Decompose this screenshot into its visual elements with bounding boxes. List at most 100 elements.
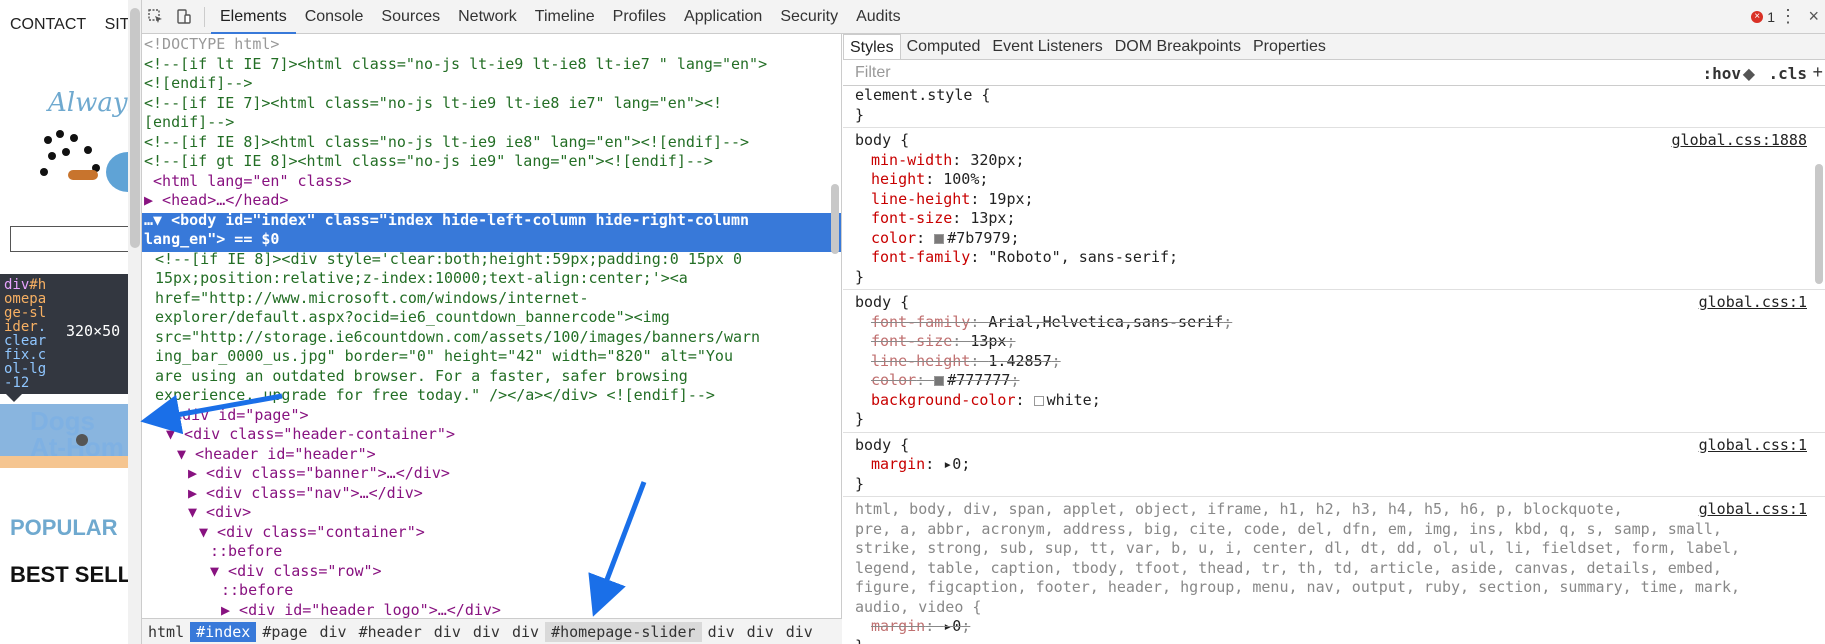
tab-computed[interactable]: Computed (901, 38, 987, 56)
tab-security[interactable]: Security (771, 0, 847, 34)
stylesheet-source-link[interactable]: global.css:1 (1699, 436, 1807, 456)
dom-node-line[interactable]: ▶ <div id="header_logo">…</div> (142, 601, 841, 619)
css-property-name[interactable]: min-width (871, 151, 952, 169)
dom-node-line[interactable]: <!--[if IE 8]><html class="no-js lt-ie9 … (142, 133, 841, 153)
dom-node-line[interactable]: explorer/default.aspx?ocid=ie6_countdown… (142, 308, 841, 328)
tab-event-listeners[interactable]: Event Listeners (986, 38, 1108, 56)
dom-node-line[interactable]: are using an outdated browser. For a fas… (142, 367, 841, 387)
dom-node-line[interactable]: href="http://www.microsoft.com/windows/i… (142, 289, 841, 309)
css-property-value[interactable]: 1.42857 (988, 352, 1051, 370)
css-declaration[interactable]: font-size: 13px; (871, 209, 1016, 229)
color-swatch-icon[interactable] (1033, 395, 1044, 406)
breadcrumb-item[interactable]: #page (256, 622, 313, 642)
tab-network[interactable]: Network (449, 0, 526, 34)
dom-node-line[interactable]: <!--[if IE 8]><div style='clear:both;hei… (142, 250, 841, 270)
css-declaration[interactable]: min-width: 320px; (871, 151, 1025, 171)
rule-selector[interactable]: body { (855, 293, 909, 313)
css-declaration[interactable]: color: #7b7979; (871, 229, 1019, 249)
error-counter[interactable]: × 1 (1751, 9, 1775, 25)
dom-node-line[interactable]: ▼ <div> (142, 503, 841, 523)
css-declaration[interactable]: height: 100%; (871, 170, 988, 190)
inspect-element-icon[interactable] (142, 0, 170, 34)
element-style-selector[interactable]: element.style { (855, 86, 990, 106)
css-property-name[interactable]: font-size (871, 332, 952, 350)
stylesheet-source-link[interactable]: global.css:1 (1699, 293, 1807, 313)
css-property-name[interactable]: margin (871, 455, 925, 473)
css-property-value[interactable]: 100% (943, 170, 979, 188)
css-property-name[interactable]: font-family (871, 248, 970, 266)
breadcrumb-item[interactable]: div (467, 622, 506, 642)
tab-timeline[interactable]: Timeline (526, 0, 604, 34)
close-icon[interactable]: × (1808, 6, 1819, 27)
color-swatch-icon[interactable] (934, 376, 945, 386)
css-property-value[interactable]: ▸0 (943, 455, 961, 473)
css-property-value[interactable]: 13px (970, 209, 1006, 227)
dom-node-line[interactable]: <!--[if IE 7]><html class="no-js lt-ie9 … (142, 94, 841, 114)
breadcrumb-item[interactable]: div (702, 622, 741, 642)
css-declaration[interactable]: margin: ▸0; (871, 617, 970, 637)
diamond-icon[interactable]: ◆ (1743, 64, 1755, 84)
dom-node-line[interactable]: ▼ <div class="header-container"> (142, 425, 841, 445)
css-property-value[interactable]: #7b7979 (947, 229, 1010, 247)
rule-selector[interactable]: html, body, div, span, applet, object, i… (855, 500, 1623, 520)
breadcrumb-item[interactable]: div (506, 622, 545, 642)
styles-scrollbar[interactable] (1815, 164, 1823, 284)
homepage-slider-highlight[interactable]: Dogs At-Hom (0, 404, 141, 462)
dom-node-line[interactable]: src="http://storage.ie6countdown.com/ass… (142, 328, 841, 348)
hover-state-toggle[interactable]: :hov (1702, 64, 1741, 83)
tab-audits[interactable]: Audits (847, 0, 909, 34)
dom-node-line[interactable]: ::before (142, 542, 841, 562)
dom-node-line[interactable]: ▼ <div class="container"> (142, 523, 841, 543)
dom-node-line[interactable]: experience, upgrade for free today." /><… (142, 386, 841, 406)
dom-node-line[interactable]: <!--[if lt IE 7]><html class="no-js lt-i… (142, 55, 841, 75)
dom-node-line[interactable]: ing_bar_0000_us.jpg" border="0" height="… (142, 347, 841, 367)
stylesheet-source-link[interactable]: global.css:1 (1699, 500, 1807, 520)
tab-properties[interactable]: Properties (1247, 38, 1332, 56)
dom-node-line[interactable]: lang_en"> == $0 (142, 230, 841, 250)
css-property-name[interactable]: color (871, 229, 916, 247)
rule-selector[interactable]: audio, video { (855, 598, 981, 618)
css-declaration[interactable]: font-family: "Roboto", sans-serif; (871, 248, 1178, 268)
more-options-icon[interactable]: ⋮ (1779, 6, 1797, 27)
dom-tree-scrollbar[interactable] (831, 184, 839, 254)
breadcrumb-item[interactable]: div (313, 622, 352, 642)
rule-selector[interactable]: legend, table, caption, tbody, tfoot, th… (855, 559, 1722, 579)
css-declaration[interactable]: background-color: white; (871, 391, 1101, 411)
css-property-value[interactable]: white (1047, 391, 1092, 409)
css-property-value[interactable]: #777777 (947, 371, 1010, 389)
css-declaration[interactable]: color: #777777; (871, 371, 1019, 391)
css-property-value[interactable]: Arial,Helvetica,sans-serif (988, 313, 1223, 331)
css-property-value[interactable]: "Roboto", sans-serif (988, 248, 1169, 266)
tab-profiles[interactable]: Profiles (604, 0, 675, 34)
new-style-rule-button[interactable]: + (1812, 62, 1823, 83)
css-property-value[interactable]: 320px (970, 151, 1015, 169)
css-property-name[interactable]: line-height (871, 190, 970, 208)
breadcrumb-item[interactable]: #homepage-slider (545, 621, 702, 642)
css-property-name[interactable]: margin (871, 617, 925, 635)
breadcrumb-item[interactable]: #index (190, 621, 257, 642)
breadcrumb-item[interactable]: div (741, 622, 780, 642)
breadcrumb-item[interactable]: #header (353, 622, 428, 642)
styles-filter-input[interactable]: Filter (855, 64, 891, 82)
color-swatch-icon[interactable] (934, 233, 945, 244)
breadcrumb-item[interactable]: div (428, 622, 467, 642)
rule-selector[interactable]: body { (855, 131, 909, 151)
rule-selector[interactable]: figure, figcaption, footer, header, hgro… (855, 578, 1740, 598)
preview-scrollbar[interactable] (128, 0, 141, 644)
dom-node-line[interactable]: ▼ <div id="page"> (142, 406, 841, 426)
site-search-input[interactable] (10, 226, 141, 252)
css-declaration[interactable]: font-family: Arial,Helvetica,sans-serif; (871, 313, 1232, 333)
css-property-name[interactable]: background-color (871, 391, 1016, 409)
tab-elements[interactable]: Elements (211, 0, 296, 34)
css-declaration[interactable]: line-height: 1.42857; (871, 352, 1061, 372)
rule-selector[interactable]: pre, a, abbr, acronym, address, big, cit… (855, 520, 1722, 540)
tab-application[interactable]: Application (675, 0, 771, 34)
popular-heading[interactable]: POPULAR (10, 515, 118, 541)
dom-node-line[interactable]: <![endif]--> (142, 74, 841, 94)
dom-node-line[interactable]: ▶ <div class="nav">…</div> (142, 484, 841, 504)
breadcrumb-item[interactable]: html (142, 622, 190, 642)
dom-node-line[interactable]: <html lang="en" class> (142, 172, 841, 192)
css-property-name[interactable]: font-size (871, 209, 952, 227)
dom-node-line[interactable]: <!DOCTYPE html> (142, 35, 841, 55)
css-property-value[interactable]: 19px (988, 190, 1024, 208)
